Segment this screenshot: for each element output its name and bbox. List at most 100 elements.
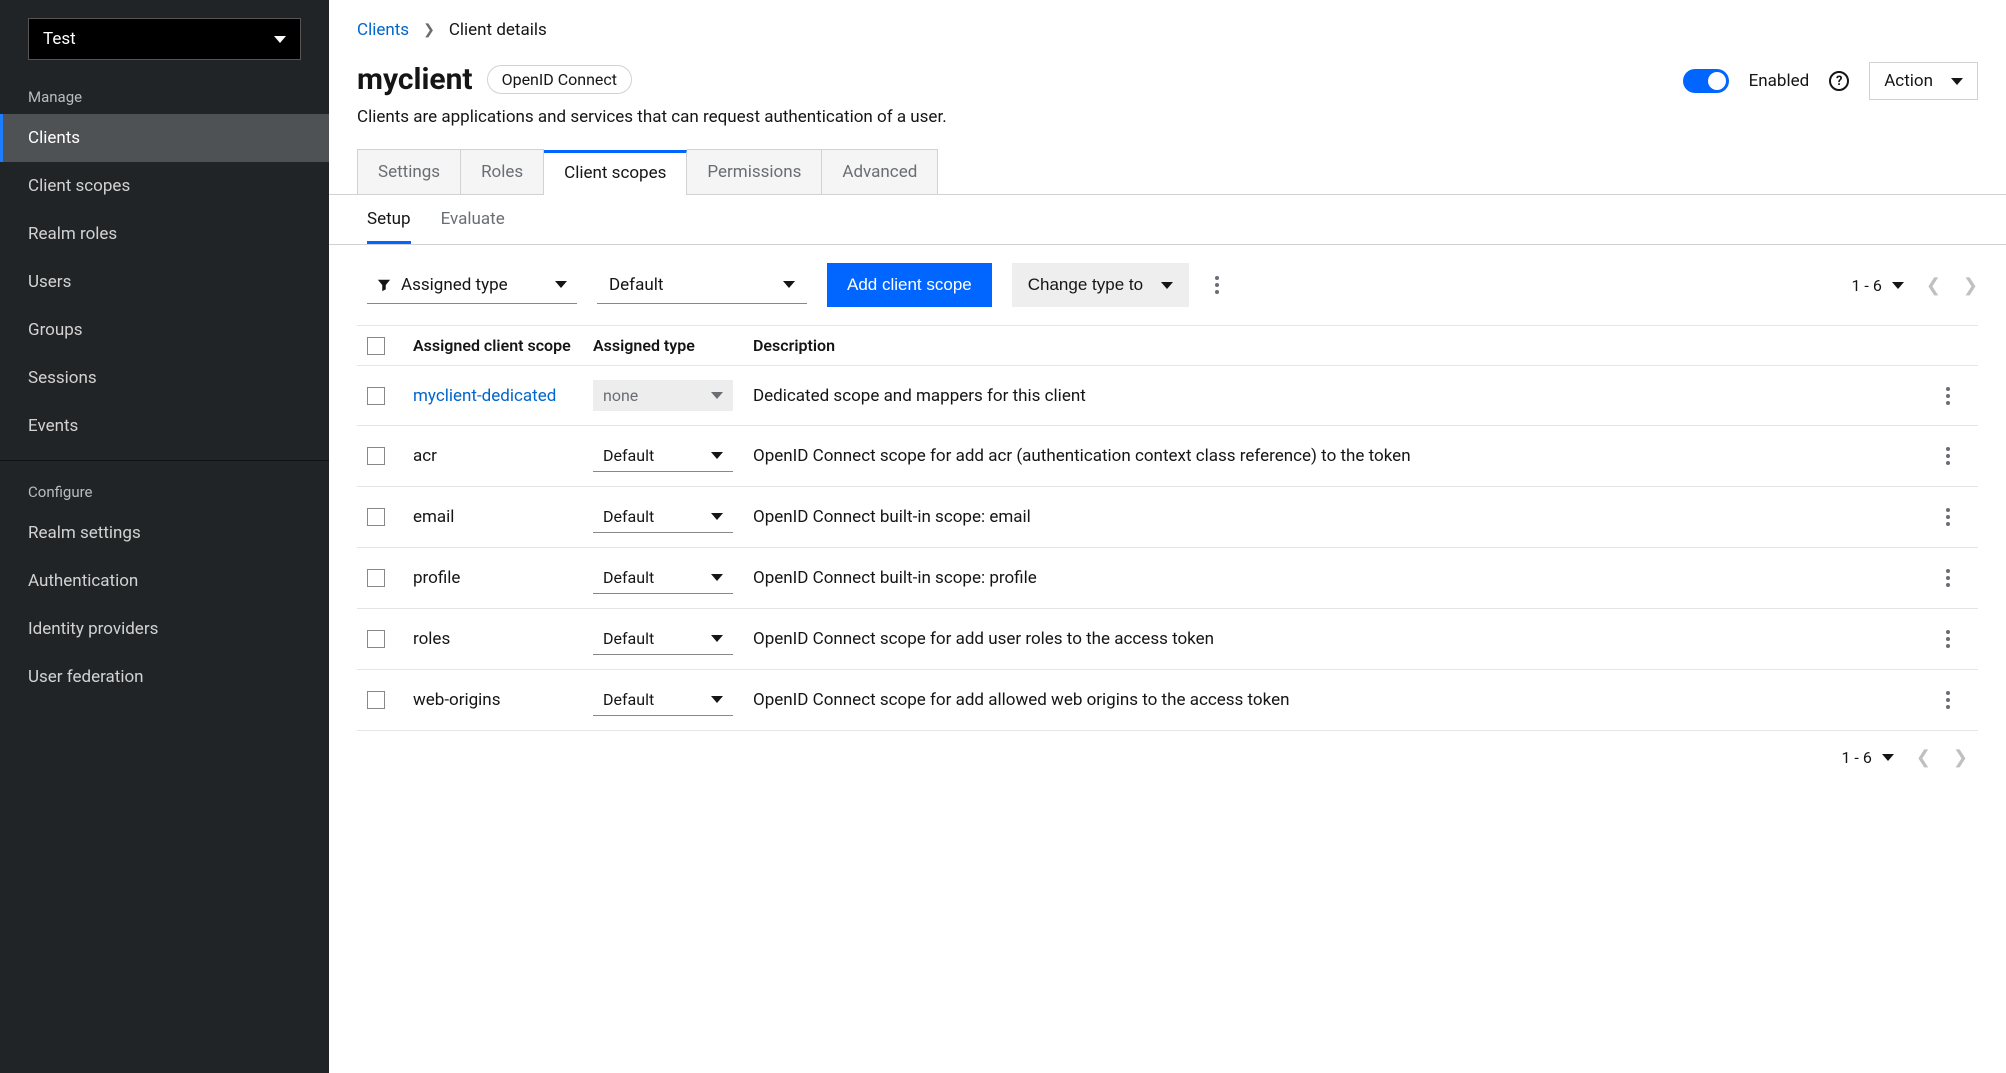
chevron-down-icon xyxy=(711,696,723,703)
sidebar-item-authentication[interactable]: Authentication xyxy=(0,557,329,605)
pager-range-select[interactable]: 1 - 6 xyxy=(1851,276,1903,295)
nav-separator xyxy=(0,460,329,461)
tab-advanced[interactable]: Advanced xyxy=(822,149,938,194)
sidebar-item-clients[interactable]: Clients xyxy=(0,114,329,162)
scope-name: web-origins xyxy=(413,690,500,710)
col-header-name: Assigned client scope xyxy=(413,336,593,355)
subtab-evaluate[interactable]: Evaluate xyxy=(441,209,505,244)
scope-description: OpenID Connect scope for add acr (authen… xyxy=(753,446,1928,466)
tab-permissions[interactable]: Permissions xyxy=(687,149,822,194)
sidebar-item-user-federation[interactable]: User federation xyxy=(0,653,329,701)
subtabs: Setup Evaluate xyxy=(329,195,2006,245)
nav-section-configure: Configure xyxy=(0,465,329,509)
chevron-down-icon xyxy=(555,281,567,288)
chevron-down-icon xyxy=(1882,754,1894,761)
type-select[interactable]: Default xyxy=(597,267,807,304)
scope-description: OpenID Connect scope for add allowed web… xyxy=(753,690,1928,710)
sidebar: Test Manage ClientsClient scopesRealm ro… xyxy=(0,0,329,1073)
row-kebab[interactable] xyxy=(1940,381,1956,411)
select-all-checkbox[interactable] xyxy=(367,337,385,355)
sidebar-item-sessions[interactable]: Sessions xyxy=(0,354,329,402)
page-next[interactable]: ❯ xyxy=(1963,275,1978,296)
page-prev[interactable]: ❮ xyxy=(1916,747,1931,768)
page-next[interactable]: ❯ xyxy=(1953,747,1968,768)
table-row: roles Default OpenID Connect scope for add… xyxy=(357,609,1978,670)
enabled-toggle[interactable] xyxy=(1683,69,1729,93)
assigned-type-select[interactable]: Default xyxy=(593,684,733,716)
scope-description: OpenID Connect scope for add user roles … xyxy=(753,629,1928,649)
help-icon[interactable]: ? xyxy=(1829,71,1849,91)
pager-bottom: 1 - 6 ❮ ❯ xyxy=(1841,747,1968,768)
add-client-scope-button[interactable]: Add client scope xyxy=(827,263,992,307)
pager-range-select[interactable]: 1 - 6 xyxy=(1841,748,1893,767)
sidebar-item-users[interactable]: Users xyxy=(0,258,329,306)
row-kebab[interactable] xyxy=(1940,624,1956,654)
toolbar-kebab[interactable] xyxy=(1209,270,1225,300)
page-subtitle: Clients are applications and services th… xyxy=(357,107,947,127)
scope-name: acr xyxy=(413,446,437,466)
col-header-type: Assigned type xyxy=(593,336,753,355)
scope-description: OpenID Connect built-in scope: email xyxy=(753,507,1928,527)
assigned-type-select[interactable]: Default xyxy=(593,440,733,472)
sidebar-item-client-scopes[interactable]: Client scopes xyxy=(0,162,329,210)
filter-icon xyxy=(377,278,391,292)
scope-description: OpenID Connect built-in scope: profile xyxy=(753,568,1928,588)
row-checkbox[interactable] xyxy=(367,508,385,526)
col-header-desc: Description xyxy=(753,336,1928,355)
realm-name: Test xyxy=(43,29,76,49)
client-scopes-table: Assigned client scope Assigned type Desc… xyxy=(357,325,1978,731)
sidebar-item-events[interactable]: Events xyxy=(0,402,329,450)
chevron-down-icon xyxy=(1951,78,1963,85)
page-title: myclient xyxy=(357,62,473,97)
sidebar-item-realm-settings[interactable]: Realm settings xyxy=(0,509,329,557)
row-checkbox[interactable] xyxy=(367,569,385,587)
tab-roles[interactable]: Roles xyxy=(461,149,544,194)
chevron-down-icon xyxy=(711,635,723,642)
nav-configure-list: Realm settingsAuthenticationIdentity pro… xyxy=(0,509,329,701)
sidebar-item-identity-providers[interactable]: Identity providers xyxy=(0,605,329,653)
chevron-down-icon xyxy=(711,574,723,581)
action-dropdown[interactable]: Action xyxy=(1869,62,1978,100)
tab-settings[interactable]: Settings xyxy=(357,149,461,194)
row-kebab[interactable] xyxy=(1940,685,1956,715)
nav-manage-list: ClientsClient scopesRealm rolesUsersGrou… xyxy=(0,114,329,450)
chevron-down-icon xyxy=(274,36,286,43)
scope-name[interactable]: myclient-dedicated xyxy=(413,386,556,406)
assigned-type-select[interactable]: Default xyxy=(593,623,733,655)
pager-top: 1 - 6 ❮ ❯ xyxy=(1851,275,1978,296)
row-kebab[interactable] xyxy=(1940,502,1956,532)
sidebar-item-realm-roles[interactable]: Realm roles xyxy=(0,210,329,258)
nav-section-manage: Manage xyxy=(0,70,329,114)
table-row: emailDefaultOpenID Connect built-in scop… xyxy=(357,487,1978,548)
breadcrumb-root[interactable]: Clients xyxy=(357,20,409,40)
table-row: profile Default OpenID Connect built-in sc… xyxy=(357,548,1978,609)
assigned-type-filter[interactable]: Assigned type xyxy=(367,267,577,304)
row-kebab[interactable] xyxy=(1940,441,1956,471)
table-row: web-origins Default OpenID Connect scope f… xyxy=(357,670,1978,731)
realm-selector[interactable]: Test xyxy=(28,18,301,60)
tab-client-scopes[interactable]: Client scopes xyxy=(544,150,687,195)
row-checkbox[interactable] xyxy=(367,691,385,709)
scope-name: profile xyxy=(413,568,460,588)
toolbar: Assigned type Default Add client scope C… xyxy=(357,245,1978,325)
assigned-type-select[interactable]: Default xyxy=(593,562,733,594)
protocol-badge: OpenID Connect xyxy=(487,65,632,94)
row-kebab[interactable] xyxy=(1940,563,1956,593)
sidebar-item-groups[interactable]: Groups xyxy=(0,306,329,354)
row-checkbox[interactable] xyxy=(367,447,385,465)
breadcrumb-current: Client details xyxy=(449,20,547,40)
chevron-down-icon xyxy=(1892,282,1904,289)
chevron-down-icon xyxy=(711,452,723,459)
scope-name: roles xyxy=(413,629,450,649)
row-checkbox[interactable] xyxy=(367,630,385,648)
tabs: SettingsRolesClient scopesPermissionsAdv… xyxy=(329,149,2006,195)
change-type-button[interactable]: Change type to xyxy=(1012,263,1189,307)
page-prev[interactable]: ❮ xyxy=(1926,275,1941,296)
table-header: Assigned client scope Assigned type Desc… xyxy=(357,325,1978,366)
chevron-down-icon xyxy=(1161,282,1173,289)
main-content: Clients ❯ Client details myclient OpenID… xyxy=(329,0,2006,1073)
subtab-setup[interactable]: Setup xyxy=(367,209,411,244)
assigned-type-select[interactable]: Default xyxy=(593,501,733,533)
row-checkbox[interactable] xyxy=(367,387,385,405)
chevron-right-icon: ❯ xyxy=(423,22,435,38)
